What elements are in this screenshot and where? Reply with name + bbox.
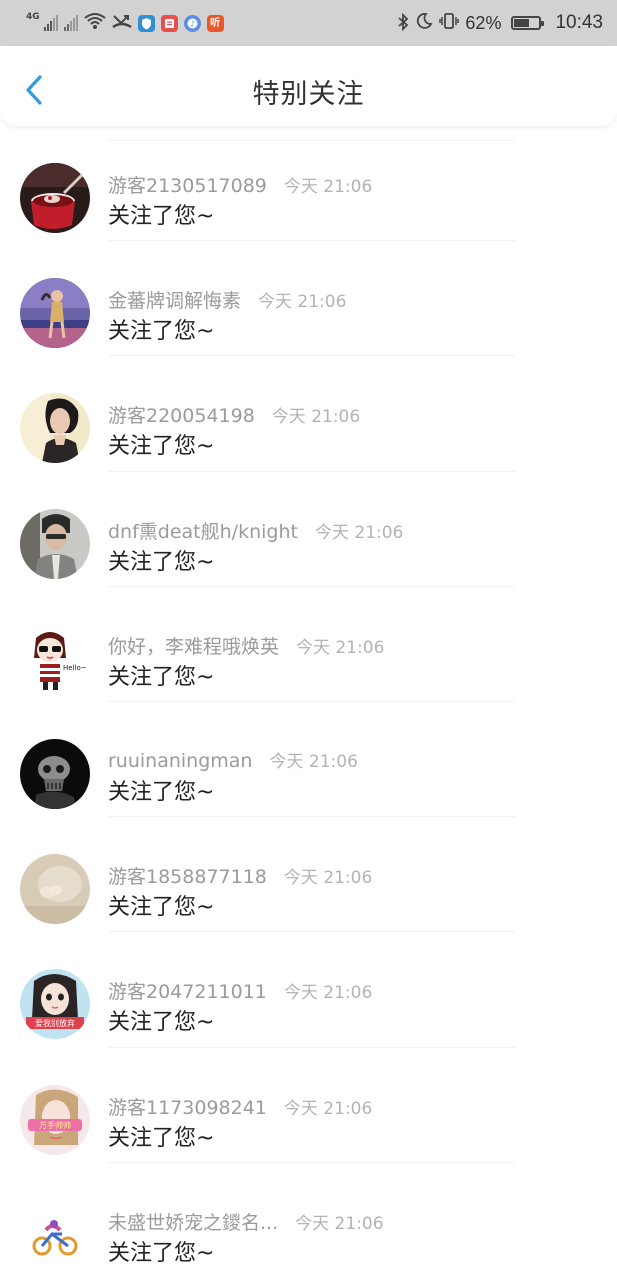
- username[interactable]: 你好，李难程哦焕英: [108, 632, 279, 659]
- list-item[interactable]: ruuinaningman 今天 21:06 关注了您~: [0, 702, 617, 818]
- avatar[interactable]: 爱我别放弃: [20, 969, 90, 1040]
- list-item[interactable]: 游客2130517089 今天 21:06 关注了您~: [0, 126, 617, 242]
- avatar[interactable]: [20, 278, 90, 349]
- status-bar: 4G ♪ 听 62% 10:43: [0, 0, 617, 46]
- username[interactable]: 未盛世娇宠之鑁名...: [108, 1208, 278, 1235]
- username[interactable]: 游客2047211011: [108, 977, 267, 1004]
- message-text: 关注了您~: [108, 204, 215, 229]
- avatar[interactable]: [20, 854, 90, 925]
- list-item[interactable]: Hello~ 你好，李难程哦焕英 今天 21:06 关注了您~: [0, 587, 617, 703]
- item-meta: 游客1858877118 今天 21:06: [108, 862, 372, 889]
- title-bar: 特别关注: [0, 46, 617, 126]
- message-text: 关注了您~: [108, 319, 215, 345]
- username[interactable]: 游客2130517089: [108, 171, 267, 198]
- avatar-hello-text: Hello~: [63, 664, 87, 672]
- timestamp: 今天 21:06: [283, 1098, 373, 1119]
- avatar-banner-text: 万手帅帅: [39, 1120, 71, 1130]
- list-item[interactable]: 未盛世娇宠之鑁名... 今天 21:06 关注了您~: [0, 1163, 617, 1278]
- timestamp: 今天 21:06: [296, 637, 385, 658]
- timestamp: 今天 21:06: [314, 522, 404, 543]
- battery-icon: [511, 16, 545, 30]
- username[interactable]: 游客1173098241: [108, 1093, 267, 1120]
- page-title: 特别关注: [252, 79, 365, 110]
- missed-call-icon: [111, 12, 132, 34]
- item-meta: 金蕃牌调解悔素 今天 21:06: [108, 286, 346, 313]
- list-item[interactable]: 游客1858877118 今天 21:06 关注了您~: [0, 817, 617, 933]
- battery-percentage: 62%: [465, 12, 502, 33]
- music-app-icon: ♪: [183, 14, 201, 32]
- message-text: 关注了您~: [108, 895, 215, 921]
- timestamp: 今天 21:06: [258, 292, 347, 313]
- item-meta: 未盛世娇宠之鑁名... 今天 21:06: [108, 1208, 384, 1235]
- bluetooth-icon: [397, 12, 409, 34]
- message-text: 关注了您~: [108, 664, 215, 690]
- message-text: 关注了您~: [108, 434, 215, 460]
- avatar[interactable]: [20, 163, 90, 233]
- list-item[interactable]: 万手帅帅 游客1173098241 今天 21:06 关注了您~: [0, 1048, 617, 1163]
- signal-strength-secondary-icon: [63, 15, 78, 31]
- shield-app-icon: [137, 14, 155, 32]
- timestamp: 今天 21:06: [283, 177, 373, 197]
- item-meta: 你好，李难程哦焕英 今天 21:06: [108, 632, 384, 659]
- avatar-banner-text: 爱我别放弃: [35, 1018, 75, 1028]
- status-bar-left: 4G ♪ 听: [26, 12, 224, 34]
- list-item[interactable]: dnf熏deat舰h/knight 今天 21:06 关注了您~: [0, 472, 617, 587]
- status-bar-right: 62% 10:43: [397, 12, 603, 34]
- network-type-label: 4G: [26, 11, 40, 22]
- message-text: 关注了您~: [108, 1125, 215, 1151]
- message-text: 关注了您~: [108, 549, 215, 575]
- message-text: 关注了您~: [108, 779, 215, 805]
- moon-icon: [415, 12, 433, 34]
- avatar[interactable]: [20, 393, 90, 464]
- timestamp: 今天 21:06: [283, 983, 373, 1004]
- item-meta: dnf熏deat舰h/knight 今天 21:06: [108, 517, 403, 544]
- notes-app-icon: [160, 14, 178, 32]
- avatar[interactable]: [20, 1199, 90, 1270]
- avatar[interactable]: 万手帅帅: [20, 1084, 90, 1155]
- list-item[interactable]: 金蕃牌调解悔素 今天 21:06 关注了您~: [0, 241, 617, 357]
- username[interactable]: 游客220054198: [108, 401, 255, 428]
- ting-app-icon: 听: [206, 14, 224, 32]
- list-item[interactable]: 游客220054198 今天 21:06 关注了您~: [0, 356, 617, 472]
- username[interactable]: 游客1858877118: [108, 862, 267, 889]
- wifi-icon: [84, 12, 106, 34]
- item-meta: 游客2130517089 今天 21:06: [108, 171, 372, 198]
- timestamp: 今天 21:06: [295, 1213, 384, 1234]
- list-item[interactable]: 爱我别放弃 游客2047211011 今天 21:06 关注了您~: [0, 932, 617, 1048]
- item-meta: 游客1173098241 今天 21:06: [108, 1093, 372, 1120]
- username[interactable]: 金蕃牌调解悔素: [108, 286, 241, 313]
- timestamp: 今天 21:06: [271, 407, 361, 428]
- timestamp: 今天 21:06: [283, 868, 373, 889]
- avatar[interactable]: [20, 508, 90, 579]
- timestamp: 今天 21:06: [269, 751, 358, 772]
- avatar[interactable]: [20, 738, 90, 809]
- message-text: 关注了您~: [108, 1010, 215, 1036]
- avatar[interactable]: Hello~: [20, 623, 90, 694]
- item-meta: 游客220054198 今天 21:06: [108, 401, 360, 428]
- clock-time: 10:43: [555, 12, 603, 33]
- item-meta: ruuinaningman 今天 21:06: [108, 747, 358, 772]
- username[interactable]: dnf熏deat舰h/knight: [108, 517, 298, 544]
- signal-strength-icon: [43, 15, 58, 31]
- vibrate-icon: [439, 12, 460, 34]
- message-text: 关注了您~: [108, 1240, 215, 1266]
- item-meta: 游客2047211011 今天 21:06: [108, 977, 372, 1004]
- svg-text:♪: ♪: [190, 19, 195, 28]
- username[interactable]: ruuinaningman: [108, 750, 252, 772]
- notification-list: 游客2130517089 今天 21:06 关注了您~ 金蕃牌调解悔素 今天 2…: [0, 126, 617, 1278]
